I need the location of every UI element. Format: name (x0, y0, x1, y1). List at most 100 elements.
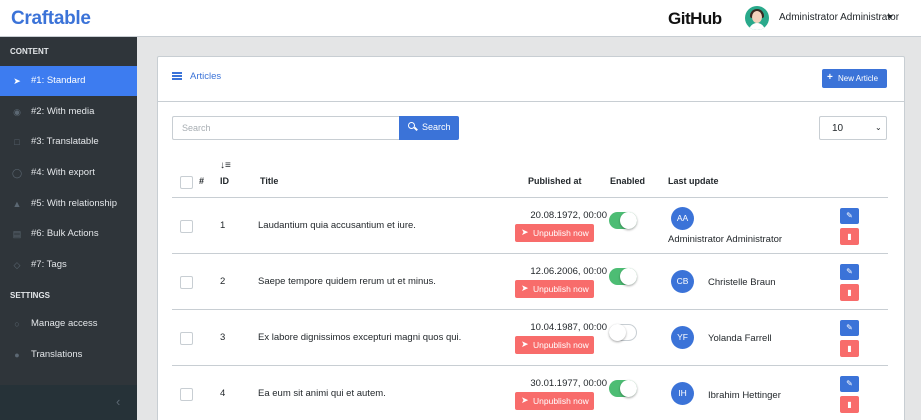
row-checkbox[interactable] (180, 276, 193, 289)
sidebar-item-label: #2: With media (31, 106, 95, 117)
row-title: Ex labore dignissimos excepturi magni qu… (258, 332, 462, 343)
column-header-enabled[interactable]: Enabled (610, 176, 645, 186)
row-id: 1 (220, 220, 226, 231)
drop-icon: ◯ (12, 168, 23, 178)
table-row: 3 Ex labore dignissimos excepturi magni … (172, 310, 888, 366)
enabled-toggle[interactable] (609, 380, 637, 397)
row-checkbox[interactable] (180, 388, 193, 401)
sidebar-item-label: Manage access (31, 318, 98, 329)
articles-card: Articles + New Article Search Search 10 … (157, 56, 905, 420)
user-avatar[interactable] (745, 6, 769, 30)
sort-icon[interactable]: ↓≡ (220, 161, 231, 171)
sidebar-item-with-media[interactable]: ◉ #2: With media (0, 97, 137, 127)
row-checkbox[interactable] (180, 220, 193, 233)
sidebar-item-translatable[interactable]: □ #3: Translatable (0, 127, 137, 157)
search-button[interactable]: Search (399, 116, 459, 140)
paper-plane-icon: ➤ (521, 395, 529, 405)
table-header: # ↓≡ ID Title Published at Enabled Last … (172, 157, 888, 198)
list-icon (172, 72, 182, 80)
sidebar-item-label: #5: With relationship (31, 198, 118, 209)
paper-plane-icon: ➤ (521, 227, 529, 237)
row-published-at: 10.04.1987, 00:00 (530, 322, 607, 333)
enabled-toggle[interactable] (609, 212, 637, 229)
delete-button[interactable]: ▮ (840, 340, 859, 357)
row-published-at: 12.06.2006, 00:00 (530, 266, 607, 277)
sidebar-item-label: #3: Translatable (31, 136, 99, 147)
table-row: 2 Saepe tempore quidem rerum ut et minus… (172, 254, 888, 310)
row-updated-by: Christelle Braun (708, 277, 776, 288)
row-updated-by: Administrator Administrator (668, 234, 783, 245)
per-page-select[interactable]: 10 ⌄ (819, 116, 887, 140)
column-header-number: # (199, 176, 205, 186)
delete-button[interactable]: ▮ (840, 228, 859, 245)
sidebar-item-label: #7: Tags (31, 259, 67, 270)
unpublish-button[interactable]: ➤ Unpublish now (515, 280, 594, 298)
paper-plane-icon: ➤ (521, 339, 529, 349)
sidebar-item-with-export[interactable]: ◯ #4: With export (0, 158, 137, 188)
table-row: 1 Laudantium quia accusantium et iure. 2… (172, 198, 888, 254)
column-header-title[interactable]: Title (260, 176, 278, 186)
user-menu-name[interactable]: Administrator Administrator (779, 12, 899, 23)
avatar: CB (671, 270, 694, 293)
search-icon (408, 122, 418, 131)
row-id: 3 (220, 332, 226, 343)
sidebar-section-content: CONTENT (10, 47, 49, 56)
row-updated-by: Yolanda Farrell (708, 333, 772, 344)
sidebar-item-manage-access[interactable]: ○ Manage access (0, 309, 137, 339)
edit-button[interactable]: ✎ (840, 264, 859, 280)
globe-icon: ◉ (13, 107, 21, 117)
unpublish-button[interactable]: ➤ Unpublish now (515, 336, 594, 354)
sidebar-section-settings: SETTINGS (10, 291, 51, 300)
sidebar-item-label: #1: Standard (31, 75, 86, 86)
paper-plane-icon: ➤ (521, 283, 529, 293)
sidebar-minimizer[interactable]: ‹ (0, 385, 137, 420)
row-title: Laudantium quia accusantium et iure. (258, 220, 416, 231)
sidebar-item-label: #4: With export (31, 167, 95, 178)
avatar: AA (671, 207, 694, 230)
unpublish-button[interactable]: ➤ Unpublish now (515, 224, 594, 242)
search-input[interactable]: Search (172, 116, 399, 140)
chevron-down-icon: ⌄ (875, 123, 882, 132)
row-published-at: 30.01.1977, 00:00 (530, 378, 607, 389)
row-updated-by: Ibrahim Hettinger (708, 390, 781, 401)
lock-icon: □ (14, 137, 20, 147)
graduation-cap-icon: ▲ (12, 199, 22, 209)
github-logo[interactable]: GitHub (668, 9, 722, 29)
avatar: IH (671, 382, 694, 405)
unpublish-button[interactable]: ➤ Unpublish now (515, 392, 594, 410)
row-title: Ea eum sit animi qui et autem. (258, 388, 386, 399)
sidebar-item-standard[interactable]: ➤ #1: Standard (0, 66, 137, 96)
column-header-id[interactable]: ID (220, 176, 229, 186)
brand-logo[interactable]: Craftable (11, 8, 91, 30)
plus-icon: + (827, 72, 833, 83)
sidebar-item-translations[interactable]: ● Translations (0, 340, 137, 370)
row-title: Saepe tempore quidem rerum ut et minus. (258, 276, 436, 287)
column-header-last-update[interactable]: Last update (668, 176, 719, 186)
location-pin-icon: ● (14, 350, 20, 360)
sidebar-item-label: #6: Bulk Actions (31, 228, 99, 239)
table-row: 4 Ea eum sit animi qui et autem. 30.01.1… (172, 366, 888, 420)
chevron-down-icon[interactable] (887, 15, 893, 19)
card-header: Articles + New Article (158, 57, 904, 102)
new-article-button[interactable]: + New Article (822, 69, 887, 88)
news-icon: ▤ (12, 229, 22, 239)
sidebar: CONTENT ➤ #1: Standard ◉ #2: With media … (0, 37, 137, 420)
delete-button[interactable]: ▮ (840, 284, 859, 301)
select-all-checkbox[interactable] (180, 176, 193, 189)
delete-button[interactable]: ▮ (840, 396, 859, 413)
sidebar-item-bulk-actions[interactable]: ▤ #6: Bulk Actions (0, 219, 137, 249)
tag-icon: ◇ (13, 260, 21, 270)
user-icon: ○ (14, 319, 20, 329)
column-header-published-at[interactable]: Published at (528, 176, 582, 186)
chevron-left-icon[interactable]: ‹ (116, 394, 120, 409)
sidebar-item-tags[interactable]: ◇ #7: Tags (0, 250, 137, 280)
edit-button[interactable]: ✎ (840, 376, 859, 392)
edit-button[interactable]: ✎ (840, 208, 859, 224)
row-published-at: 20.08.1972, 00:00 (530, 210, 607, 221)
sidebar-item-with-relationship[interactable]: ▲ #5: With relationship (0, 189, 137, 219)
edit-button[interactable]: ✎ (840, 320, 859, 336)
enabled-toggle[interactable] (609, 268, 637, 285)
row-id: 2 (220, 276, 226, 287)
enabled-toggle[interactable] (609, 324, 637, 341)
row-checkbox[interactable] (180, 332, 193, 345)
